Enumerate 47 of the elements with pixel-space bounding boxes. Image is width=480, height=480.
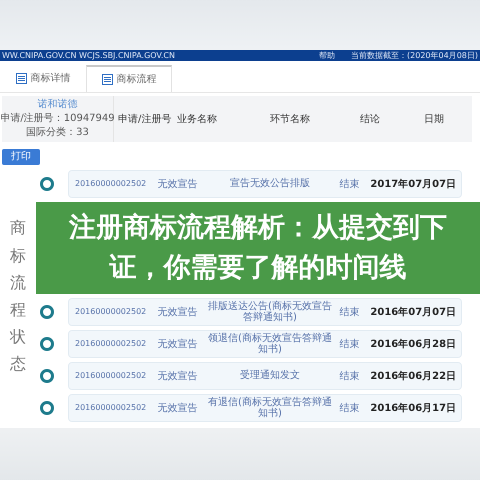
table-cell-text: 结束 — [338, 338, 361, 352]
list-icon — [16, 73, 26, 84]
column-header: 业务名称 — [176, 112, 218, 126]
table-cell-text: 受理通知发文 — [239, 370, 301, 382]
table-cell-text: 结束 — [338, 370, 361, 384]
table-cell-text: 20160000002502 — [74, 338, 148, 350]
table-cell-text: 宣告无效公告排版 — [229, 178, 311, 190]
table-cell-text: 无效宣告 — [156, 178, 198, 192]
table-cell-text: 20160000002502 — [74, 178, 148, 190]
table-cell-text: 结束 — [338, 402, 361, 416]
table-cell-text: 20160000002502 — [74, 306, 148, 318]
table-cell-text: 2016年06月22日 — [369, 370, 458, 384]
table-cell-text: 2017年07月07日 — [369, 178, 458, 192]
site-url: WW.CNIPA.GOV.CN WCJS.SBJ.CNIPA.GOV.CN — [2, 50, 175, 61]
data-date: 当前数据截至：(2020年04月08日) — [351, 50, 478, 61]
table-cell-text: 无效宣告 — [156, 338, 198, 352]
help-link[interactable]: 帮助 — [319, 50, 336, 61]
title-banner: 注册商标流程解析：从提交到下证，你需要了解的时间线 — [36, 202, 480, 294]
tab[interactable]: 商标详情 — [0, 65, 86, 92]
timeline-node — [40, 177, 54, 191]
table-cell-text: 无效宣告 — [156, 402, 198, 416]
side-label: 商标流程状态 — [10, 217, 26, 376]
list-icon — [102, 74, 112, 85]
applicant-link[interactable]: 诺和诺德 — [38, 98, 78, 112]
table-cell-text: 20160000002502 — [74, 402, 148, 414]
print-button[interactable]: 打印 — [2, 149, 40, 165]
column-header: 日期 — [423, 112, 445, 126]
column-header: 结论 — [359, 112, 381, 126]
tab[interactable]: 商标流程 — [86, 65, 172, 92]
timeline-node — [40, 305, 54, 319]
class-label: 国际分类：33 — [26, 126, 89, 140]
timeline-node — [40, 401, 54, 415]
column-header: 环节名称 — [269, 112, 311, 126]
table-cell-text: 结束 — [338, 306, 361, 320]
registration-number: 申请/注册号：10947949 — [0, 112, 115, 126]
table-cell-text: 2016年06月28日 — [369, 338, 458, 352]
timeline-node — [40, 369, 54, 383]
table-cell-text: 20160000002502 — [74, 370, 148, 382]
table-cell-text: 领退信(商标无效宣告答辩通知书) — [207, 332, 333, 356]
table-cell-text: 有退信(商标无效宣告答辩通知书) — [207, 396, 333, 420]
table-cell-text: 2016年07月07日 — [369, 306, 458, 320]
timeline-node — [40, 337, 54, 351]
table-cell-text: 无效宣告 — [156, 370, 198, 384]
table-cell-text: 2016年06月17日 — [369, 402, 458, 416]
table-cell-text: 无效宣告 — [156, 306, 198, 320]
table-cell-text: 结束 — [338, 178, 361, 192]
table-cell-text: 排版送达公告(商标无效宣告答辩通知书) — [207, 300, 333, 324]
